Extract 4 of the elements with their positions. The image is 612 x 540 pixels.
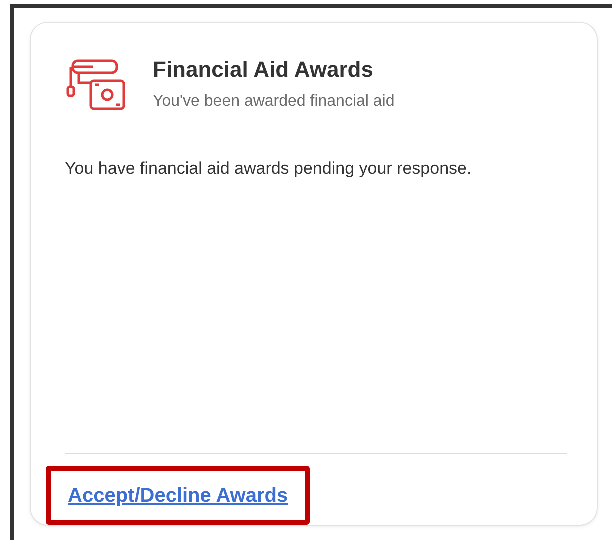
card-message: You have financial aid awards pending your response. <box>65 159 473 179</box>
card-title: Financial Aid Awards <box>153 57 374 83</box>
accept-decline-link[interactable]: Accept/Decline Awards <box>68 485 288 507</box>
card-subtitle: You've been awarded financial aid <box>153 93 395 111</box>
